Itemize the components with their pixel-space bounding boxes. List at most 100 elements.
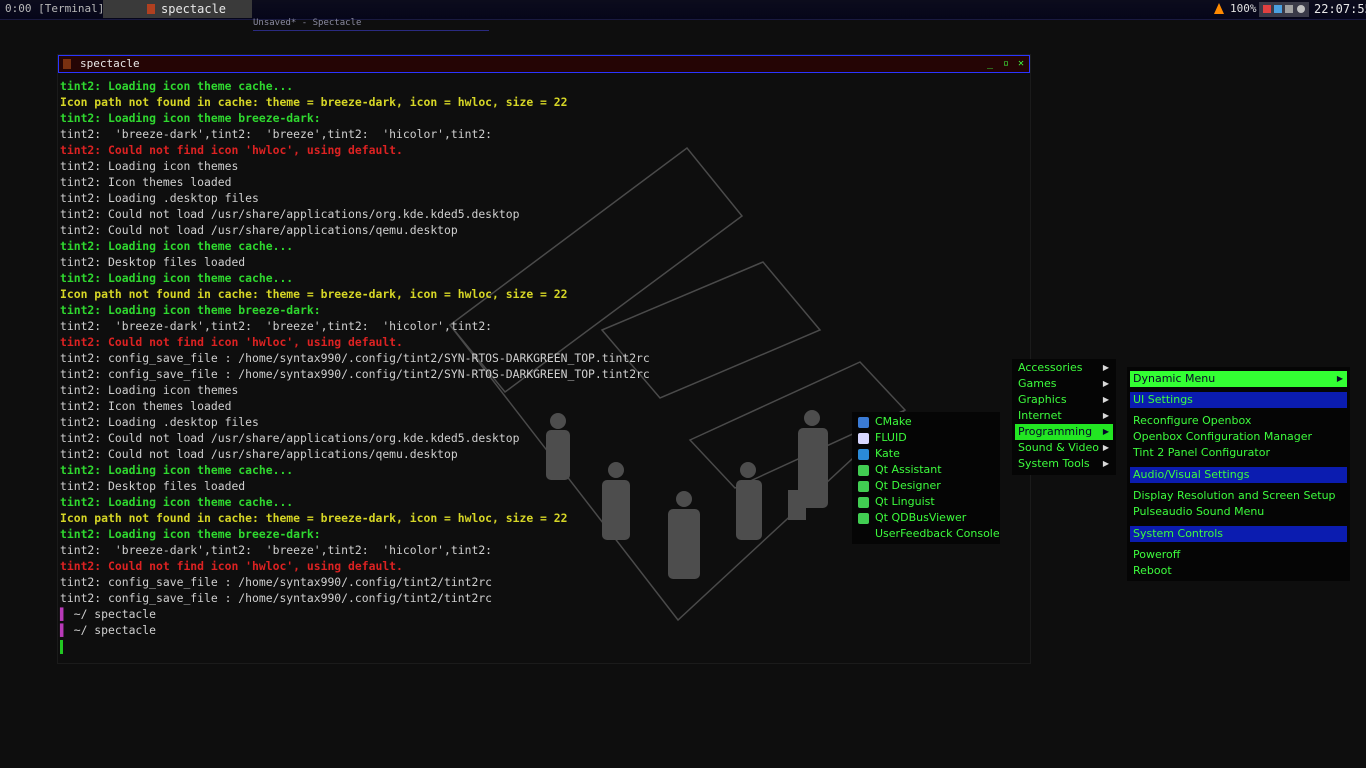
prompt-text: ~/ spectacle — [66, 607, 157, 621]
chevron-right-icon: ▶ — [1102, 395, 1109, 404]
category-menu-label: System Tools — [1018, 457, 1090, 470]
terminal-line: tint2: Loading icon theme cache... — [60, 495, 294, 509]
terminal-line: tint2: Loading icon theme cache... — [60, 239, 294, 253]
terminal-line: tint2: Could not load /usr/share/applica… — [60, 431, 520, 445]
terminal-line: Icon path not found in cache: theme = br… — [60, 95, 568, 109]
pulseaudio-sound-item[interactable]: Pulseaudio Sound Menu — [1133, 504, 1264, 520]
terminal-line: tint2: Loading icon theme breeze-dark: — [60, 111, 321, 125]
background-window-label: Unsaved* - Spectacle — [253, 18, 362, 28]
terminal-line: tint2: config_save_file : /home/syntax99… — [60, 351, 650, 365]
dynamic-menu-item[interactable]: Dynamic Menu ▶ — [1130, 371, 1347, 387]
programming-menu-label: Kate — [875, 447, 900, 460]
terminal-line: tint2: Loading icon themes — [60, 383, 239, 397]
terminal-line: tint2: Icon themes loaded — [60, 399, 232, 413]
category-menu-label: Programming — [1018, 425, 1093, 438]
tray-display-icon[interactable] — [1285, 5, 1293, 13]
category-menu-item[interactable]: Sound & Video ▶ — [1015, 440, 1113, 456]
chevron-right-icon: ▶ — [1336, 374, 1343, 383]
terminal-line: tint2: Icon themes loaded — [60, 175, 232, 189]
terminal-prompt: ▌ ~/ spectacle — [60, 622, 650, 638]
programming-menu-label: Qt Linguist — [875, 495, 935, 508]
chevron-right-icon: ▶ — [1102, 363, 1109, 372]
terminal-line: tint2: Could not load /usr/share/applica… — [60, 207, 520, 221]
text-cursor — [60, 639, 63, 654]
clock[interactable]: 22:07:55 — [1314, 2, 1366, 16]
category-menu-item[interactable]: Graphics ▶ — [1015, 392, 1113, 408]
terminal-line: tint2: config_save_file : /home/syntax99… — [60, 367, 650, 381]
display-resolution-item[interactable]: Display Resolution and Screen Setup — [1133, 488, 1336, 504]
vlc-icon[interactable] — [1214, 3, 1224, 14]
taskbar-item-spectacle[interactable]: spectacle — [103, 0, 252, 18]
terminal-line: tint2: config_save_file : /home/syntax99… — [60, 575, 493, 589]
terminal-line: tint2: 'breeze-dark',tint2: 'breeze',tin… — [60, 127, 493, 141]
terminal-line: tint2: Loading icon themes — [60, 159, 239, 173]
terminal-output[interactable]: tint2: Loading icon theme cache... Icon p… — [60, 78, 650, 654]
category-menu-label: Accessories — [1018, 361, 1083, 374]
category-menu-item[interactable]: Accessories ▶ — [1015, 360, 1113, 376]
minimize-button[interactable]: _ — [984, 58, 996, 70]
terminal-line: tint2: Loading icon theme cache... — [60, 271, 294, 285]
programming-menu-label: FLUID — [875, 431, 907, 444]
workspace-label[interactable]: 0:00 [Terminal] — [5, 2, 104, 15]
terminal-window[interactable]: spectacle _ ▫ ✕ tint2: Loading icon them… — [57, 54, 1031, 664]
av-settings-header: Audio/Visual Settings — [1130, 467, 1347, 483]
reboot-item[interactable]: Reboot — [1133, 563, 1172, 579]
cmake-icon — [858, 417, 869, 428]
category-menu-label: Sound & Video — [1018, 441, 1100, 454]
tint2-configurator-item[interactable]: Tint 2 Panel Configurator — [1133, 445, 1270, 461]
terminal-input-line[interactable] — [60, 638, 650, 654]
chevron-right-icon: ▶ — [1102, 379, 1109, 388]
terminal-line: Icon path not found in cache: theme = br… — [60, 511, 568, 525]
chevron-right-icon: ▶ — [1102, 443, 1109, 452]
terminal-line: tint2: 'breeze-dark',tint2: 'breeze',tin… — [60, 543, 493, 557]
category-menu-item[interactable]: Internet ▶ — [1015, 408, 1113, 424]
category-menu-label: Graphics — [1018, 393, 1067, 406]
chevron-right-icon: ▶ — [1102, 411, 1109, 420]
tray-app-icon[interactable] — [1263, 5, 1271, 13]
terminal-line: tint2: Could not find icon 'hwloc', usin… — [60, 559, 403, 573]
terminal-line: tint2: Desktop files loaded — [60, 479, 246, 493]
terminal-line: Icon path not found in cache: theme = br… — [60, 287, 568, 301]
window-titlebar[interactable]: spectacle _ ▫ ✕ — [58, 55, 1030, 73]
category-menu-item[interactable]: System Tools ▶ — [1015, 456, 1113, 472]
top-panel: 0:00 [Terminal] spectacle 100% 22:07:55 — [0, 0, 1366, 20]
prompt-text: ~/ spectacle — [66, 623, 157, 637]
terminal-line: tint2: Loading .desktop files — [60, 415, 259, 429]
openbox-config-manager-item[interactable]: Openbox Configuration Manager — [1133, 429, 1312, 445]
terminal-line: tint2: Desktop files loaded — [60, 255, 246, 269]
reconfigure-openbox-item[interactable]: Reconfigure Openbox — [1133, 413, 1251, 429]
terminal-line: tint2: Could not load /usr/share/applica… — [60, 447, 458, 461]
poweroff-item[interactable]: Poweroff — [1133, 547, 1180, 563]
kate-icon — [858, 449, 869, 460]
qt-linguist-icon — [858, 497, 869, 508]
system-tray[interactable] — [1259, 2, 1309, 17]
category-menu-item[interactable]: Games ▶ — [1015, 376, 1113, 392]
terminal-line: tint2: Loading icon theme cache... — [60, 463, 294, 477]
programming-menu-label: UserFeedback Console — [875, 527, 1000, 540]
terminal-line: tint2: config_save_file : /home/syntax99… — [60, 591, 493, 605]
volume-label[interactable]: 100% — [1230, 2, 1257, 15]
tray-window-icon[interactable] — [1274, 5, 1282, 13]
terminal-line: tint2: Loading icon theme breeze-dark: — [60, 527, 321, 541]
taskbar-item-label: spectacle — [161, 2, 227, 16]
tray-network-icon[interactable] — [1297, 5, 1305, 13]
terminal-line: tint2: Could not find icon 'hwloc', usin… — [60, 143, 403, 157]
category-menu-label: Internet — [1018, 409, 1062, 422]
spectacle-icon — [147, 4, 155, 14]
programming-menu-label: Qt Assistant — [875, 463, 942, 476]
maximize-button[interactable]: ▫ — [1000, 58, 1012, 70]
terminal-prompt: ▌ ~/ spectacle — [60, 606, 650, 622]
terminal-line: tint2: 'breeze-dark',tint2: 'breeze',tin… — [60, 319, 493, 333]
category-menu-item[interactable]: Programming ▶ — [1015, 424, 1113, 440]
chevron-right-icon: ▶ — [1102, 459, 1109, 468]
background-window-title[interactable]: Unsaved* - Spectacle — [253, 18, 489, 31]
programming-menu-label: CMake — [875, 415, 912, 428]
applications-menu: Accessories ▶ Games ▶ Graphics ▶ Internet ▶ Prog… — [1012, 359, 1116, 475]
qt-designer-icon — [858, 481, 869, 492]
programming-menu-label: Qt Designer — [875, 479, 941, 492]
chevron-right-icon: ▶ — [1102, 427, 1109, 436]
window-title: spectacle — [80, 57, 140, 70]
close-button[interactable]: ✕ — [1015, 58, 1027, 70]
terminal-line: tint2: Could not load /usr/share/applica… — [60, 223, 458, 237]
qt-qdbusviewer-icon — [858, 513, 869, 524]
